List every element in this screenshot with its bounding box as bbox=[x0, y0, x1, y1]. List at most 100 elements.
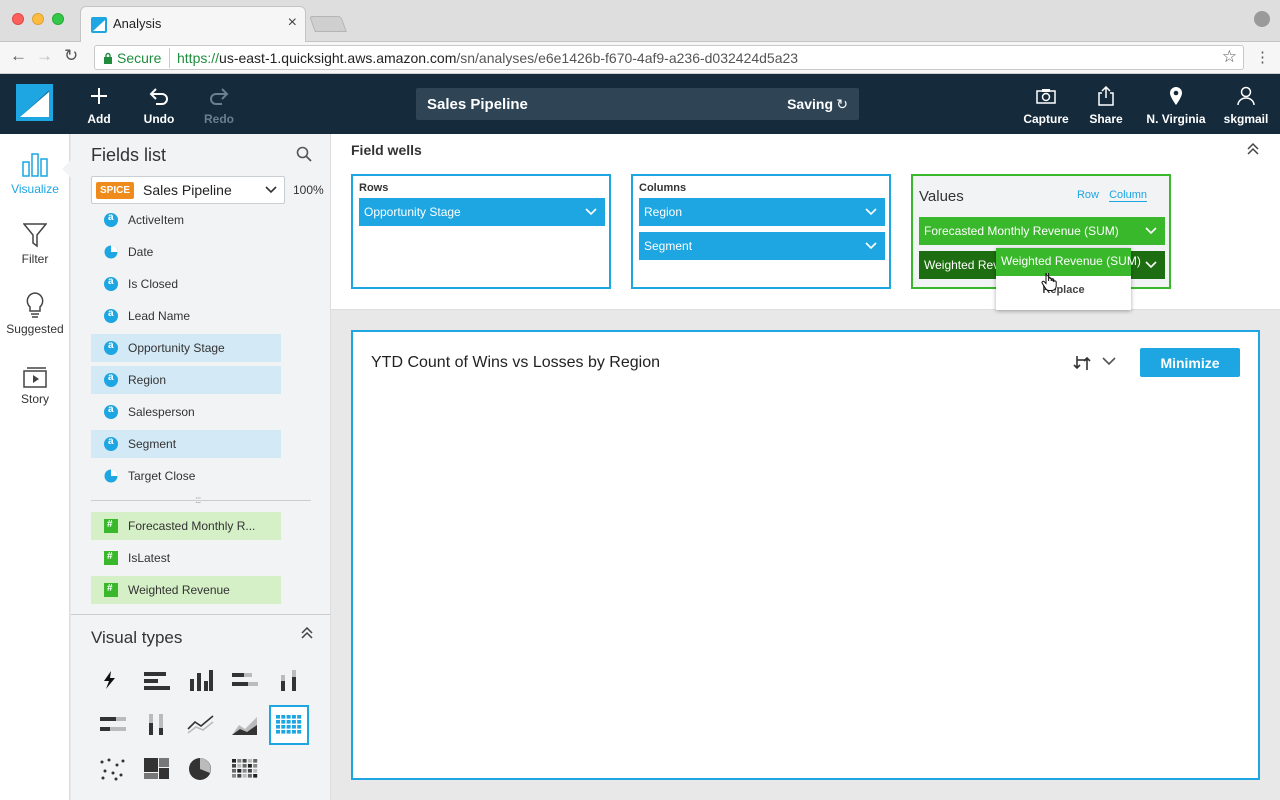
close-window-button[interactable] bbox=[12, 13, 24, 25]
dragged-field-pill[interactable]: Weighted Revenue (SUM) bbox=[996, 248, 1141, 276]
hand-cursor-icon bbox=[1041, 273, 1057, 291]
rows-well-title: Rows bbox=[359, 182, 389, 194]
number-field-icon bbox=[104, 583, 118, 597]
field-item[interactable]: Target Close bbox=[91, 462, 281, 490]
nav-story[interactable]: Story bbox=[0, 358, 70, 406]
tree-map-icon bbox=[144, 758, 169, 779]
field-item[interactable]: Salesperson bbox=[91, 398, 281, 426]
visual-type-horizontal-100-bar[interactable] bbox=[93, 705, 133, 745]
nav-suggested-label: Suggested bbox=[6, 322, 64, 336]
field-item[interactable]: IsLatest bbox=[91, 544, 281, 572]
field-item[interactable]: Date bbox=[91, 238, 281, 266]
new-tab-button[interactable] bbox=[309, 16, 347, 32]
field-item[interactable]: Weighted Revenue bbox=[91, 576, 281, 604]
profile-icon[interactable] bbox=[1254, 11, 1270, 27]
rows-well[interactable]: Rows Opportunity Stage bbox=[351, 174, 611, 289]
fields-list-title: Fields list bbox=[91, 145, 167, 165]
visual-type-horizontal-bar[interactable] bbox=[137, 661, 177, 701]
pill-label: Weighted Reve bbox=[924, 258, 1006, 272]
autograph-icon bbox=[104, 671, 115, 689]
visual-type-scatter-plot[interactable] bbox=[93, 749, 133, 789]
share-button[interactable]: Share bbox=[1079, 84, 1133, 126]
visual-title[interactable]: YTD Count of Wins vs Losses by Region bbox=[371, 354, 660, 372]
capture-button[interactable]: Capture bbox=[1019, 84, 1073, 126]
field-item[interactable]: ActiveItem bbox=[91, 206, 281, 234]
reload-icon[interactable]: ↻ bbox=[64, 46, 78, 66]
well-pill-forecasted-revenue[interactable]: Forecasted Monthly Revenue (SUM) bbox=[919, 217, 1165, 245]
user-menu-button[interactable]: skgmail bbox=[1219, 84, 1273, 126]
visual-type-line-chart[interactable] bbox=[181, 705, 221, 745]
visual-type-vertical-stacked-bar[interactable] bbox=[269, 661, 309, 701]
visual-menu-chevron-icon[interactable] bbox=[1102, 356, 1116, 366]
visual-type-area-chart[interactable] bbox=[225, 705, 265, 745]
refresh-icon: ↻ bbox=[836, 96, 848, 112]
url-field[interactable]: Secure https://us-east-1.quicksight.aws.… bbox=[94, 45, 1244, 70]
visual-type-heat-map[interactable] bbox=[225, 749, 265, 789]
field-item[interactable]: Forecasted Monthly R... bbox=[91, 512, 281, 540]
visual-type-vertical-bar[interactable] bbox=[181, 661, 221, 701]
quicksight-logo-icon[interactable] bbox=[16, 84, 53, 121]
user-label: skgmail bbox=[1223, 112, 1269, 126]
browser-tab-bar: Analysis × bbox=[0, 0, 1280, 42]
chevron-down-icon[interactable] bbox=[865, 208, 877, 216]
bookmark-star-icon[interactable]: ☆ bbox=[1222, 47, 1237, 67]
nav-filter[interactable]: Filter bbox=[0, 218, 70, 266]
url-text: https://us-east-1.quicksight.aws.amazon.… bbox=[177, 50, 798, 66]
tab-close-icon[interactable]: × bbox=[288, 14, 297, 32]
visual-type-pie-chart[interactable] bbox=[181, 749, 221, 789]
horizontal-100-bar-icon bbox=[100, 717, 126, 731]
visual-type-autograph[interactable] bbox=[93, 661, 133, 701]
field-item[interactable]: Is Closed bbox=[91, 270, 281, 298]
zoom-window-button[interactable] bbox=[52, 13, 64, 25]
visual-type-vertical-100-bar[interactable] bbox=[137, 705, 177, 745]
minimize-button[interactable]: Minimize bbox=[1140, 348, 1240, 377]
chevron-down-icon[interactable] bbox=[865, 242, 877, 250]
well-pill-opportunity-stage[interactable]: Opportunity Stage bbox=[359, 198, 605, 226]
nav-suggested[interactable]: Suggested bbox=[0, 288, 70, 336]
resize-grip-icon[interactable]: ::: bbox=[195, 495, 201, 506]
vertical-bar-icon bbox=[190, 670, 213, 691]
fields-list-panel: Fields list SPICE Sales Pipeline 100% Ac… bbox=[71, 134, 331, 614]
redo-button[interactable]: Redo bbox=[192, 84, 246, 126]
undo-button[interactable]: Undo bbox=[132, 84, 186, 126]
chevron-down-icon bbox=[265, 186, 277, 194]
swap-axes-icon[interactable] bbox=[1073, 354, 1091, 372]
chevron-down-icon[interactable] bbox=[1145, 227, 1157, 235]
back-arrow-icon[interactable]: ← bbox=[10, 46, 27, 66]
well-pill-segment[interactable]: Segment bbox=[639, 232, 885, 260]
browser-menu-icon[interactable]: ⋮ bbox=[1255, 48, 1270, 66]
field-label: Date bbox=[128, 245, 154, 259]
chevron-down-icon[interactable] bbox=[585, 208, 597, 216]
search-icon[interactable] bbox=[296, 146, 312, 162]
visual-card[interactable]: YTD Count of Wins vs Losses by Region Mi… bbox=[351, 330, 1260, 780]
field-item[interactable]: Opportunity Stage bbox=[91, 334, 281, 362]
quicksight-favicon-icon bbox=[91, 17, 107, 33]
funnel-icon bbox=[23, 223, 47, 248]
forward-arrow-icon[interactable]: → bbox=[36, 46, 53, 66]
visual-type-tree-map[interactable] bbox=[137, 749, 177, 789]
column-toggle-link[interactable]: Column bbox=[1109, 189, 1147, 202]
nav-visualize[interactable]: Visualize bbox=[0, 148, 70, 196]
field-item[interactable]: Region bbox=[91, 366, 281, 394]
well-pill-region[interactable]: Region bbox=[639, 198, 885, 226]
field-item[interactable]: Lead Name bbox=[91, 302, 281, 330]
drag-replace-popup: Weighted Revenue (SUM) Replace bbox=[996, 248, 1141, 310]
row-toggle-link[interactable]: Row bbox=[1077, 189, 1099, 201]
share-icon bbox=[1098, 86, 1114, 106]
dataset-select[interactable]: SPICE Sales Pipeline bbox=[91, 176, 285, 204]
collapse-chevron-icon[interactable] bbox=[1246, 142, 1260, 156]
field-wells-area: Field wells Rows Opportunity Stage Colum… bbox=[331, 134, 1280, 310]
region-button[interactable]: N. Virginia bbox=[1144, 84, 1208, 126]
browser-tab-analysis[interactable]: Analysis × bbox=[80, 6, 306, 42]
add-button[interactable]: Add bbox=[72, 84, 126, 126]
analysis-title[interactable]: Sales Pipeline bbox=[427, 96, 528, 113]
field-item[interactable]: Segment bbox=[91, 430, 281, 458]
replace-drop-target[interactable]: Replace bbox=[996, 284, 1131, 296]
collapse-chevron-icon[interactable] bbox=[300, 627, 314, 639]
columns-well[interactable]: Columns Region Segment bbox=[631, 174, 891, 289]
visual-type-horizontal-stacked-bar[interactable] bbox=[225, 661, 265, 701]
analysis-title-box[interactable]: Sales Pipeline Saving ↻ bbox=[416, 88, 859, 120]
visual-type-pivot-table[interactable] bbox=[269, 705, 309, 745]
chevron-down-icon[interactable] bbox=[1145, 261, 1157, 269]
minimize-window-button[interactable] bbox=[32, 13, 44, 25]
